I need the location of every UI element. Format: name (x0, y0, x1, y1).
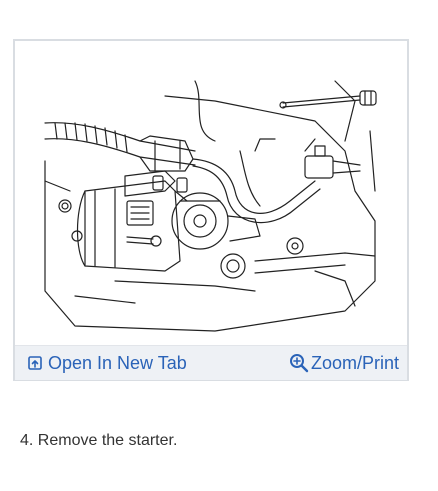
open-in-new-tab-button[interactable]: Open In New Tab (28, 351, 187, 375)
zoom-in-icon (289, 353, 309, 373)
open-in-new-tab-label: Open In New Tab (48, 352, 187, 373)
zoom-print-label: Zoom/Print (310, 352, 399, 373)
step-instruction: 4. Remove the starter. (20, 432, 178, 449)
starter-diagram-illustration (44, 80, 377, 332)
figure-card: Open In New Tab Zoom/Print (13, 39, 409, 381)
starter-diagram[interactable] (15, 41, 407, 344)
zoom-print-button[interactable]: Zoom/Print (289, 351, 399, 375)
figure-toolbar: Open In New Tab Zoom/Print (15, 345, 407, 380)
open-in-new-tab-icon (28, 356, 42, 370)
